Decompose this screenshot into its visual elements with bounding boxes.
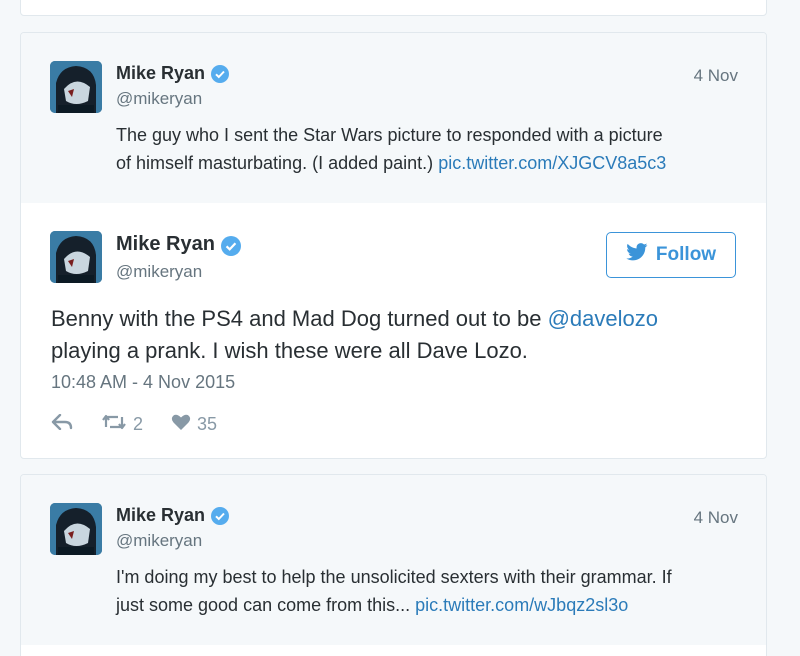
tweet-timestamp[interactable]: 10:48 AM - 4 Nov 2015 — [51, 372, 235, 393]
tweet-text: I'm doing my best to help the unsolicite… — [116, 563, 746, 619]
display-name[interactable]: Mike Ryan — [116, 63, 205, 84]
retweet-icon — [101, 413, 127, 436]
username[interactable]: @mikeryan — [116, 89, 202, 109]
parent-tweet[interactable]: Mike Ryan @mikeryan 4 Nov The guy who I … — [21, 33, 766, 203]
tweet-text-line: just some good can come from this... — [116, 595, 411, 615]
tweet-date[interactable]: 4 Nov — [694, 508, 738, 528]
tweet-text-line: of himself masturbating. (I added paint.… — [116, 153, 434, 173]
twitter-bird-icon — [626, 243, 648, 267]
tweet-thread-card: Mike Ryan @mikeryan 4 Nov The guy who I … — [20, 32, 767, 459]
like-button[interactable]: 35 — [171, 413, 217, 436]
verified-icon — [220, 235, 241, 256]
reply-tweet[interactable]: Mike Ryan @mikeryan 4 Nov I'm doing my b… — [21, 475, 766, 645]
username[interactable]: @mikeryan — [116, 531, 202, 551]
reply-icon — [51, 413, 73, 435]
tweet-text-line: Benny with the PS4 and Mad Dog turned ou… — [51, 306, 542, 331]
mention-link[interactable]: @davelozo — [548, 306, 658, 331]
tweet-actions: 2 35 — [51, 413, 245, 436]
media-link[interactable]: pic.twitter.com/wJbqz2sl3o — [415, 595, 628, 615]
tweet-text: The guy who I sent the Star Wars picture… — [116, 121, 746, 177]
tweet-text-line: playing a prank. I wish these were all D… — [51, 338, 528, 363]
verified-icon — [211, 64, 230, 83]
verified-icon — [211, 506, 230, 525]
reply-tweet-card: Mike Ryan @mikeryan 4 Nov I'm doing my b… — [20, 474, 767, 656]
follow-label: Follow — [655, 244, 717, 265]
retweet-count: 2 — [133, 414, 144, 434]
reply-button[interactable] — [51, 413, 73, 435]
tweet-text-line: I'm doing my best to help the unsolicite… — [116, 567, 672, 587]
display-name[interactable]: Mike Ryan — [116, 505, 205, 526]
avatar[interactable] — [50, 61, 102, 113]
tweet-text: Benny with the PS4 and Mad Dog turned ou… — [51, 303, 726, 367]
display-name[interactable]: Mike Ryan — [116, 233, 215, 256]
media-link[interactable]: pic.twitter.com/XJGCV8a5c3 — [438, 153, 666, 173]
tweet-text-line: The guy who I sent the Star Wars picture… — [116, 125, 663, 145]
like-count: 35 — [197, 414, 218, 434]
previous-tweet-card — [20, 0, 767, 16]
heart-icon — [171, 413, 191, 436]
follow-button[interactable]: Follow — [606, 232, 736, 278]
avatar[interactable] — [50, 231, 102, 283]
retweet-button[interactable]: 2 — [101, 413, 143, 436]
username[interactable]: @mikeryan — [116, 262, 202, 282]
tweet-date[interactable]: 4 Nov — [694, 66, 738, 86]
avatar[interactable] — [50, 503, 102, 555]
